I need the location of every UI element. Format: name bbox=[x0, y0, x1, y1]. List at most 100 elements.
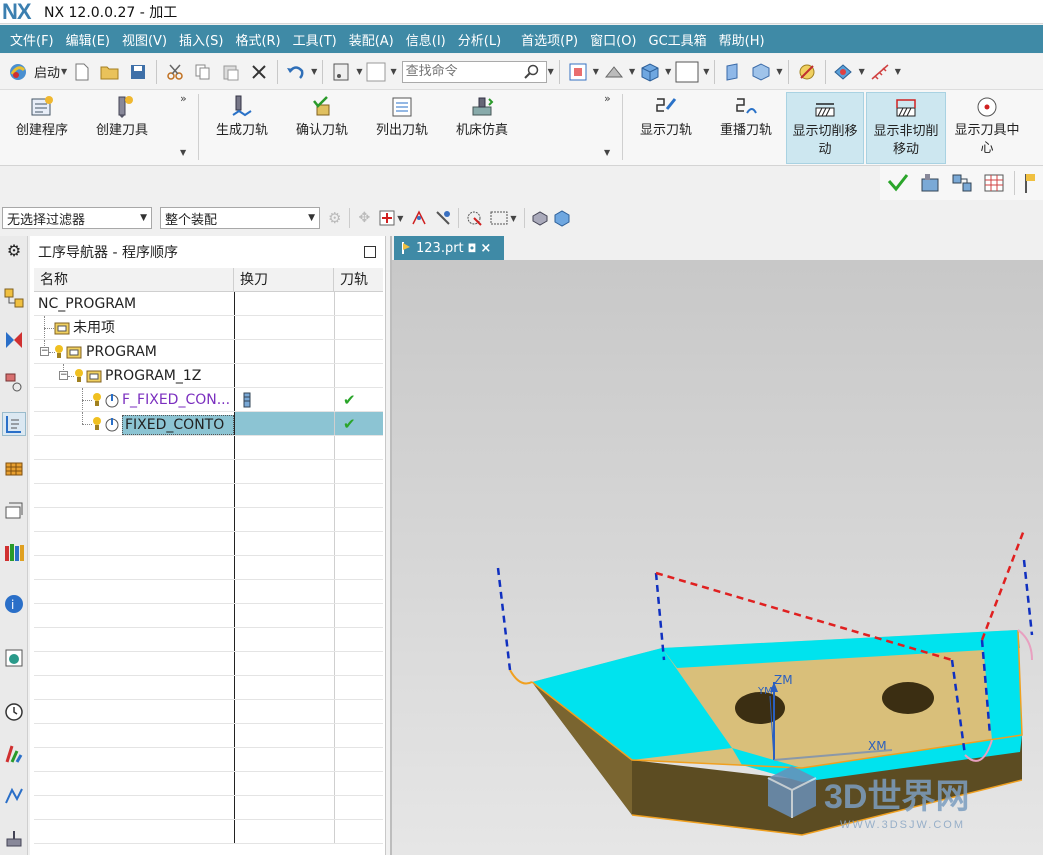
snap-point-type-icon[interactable] bbox=[378, 209, 396, 227]
select-mode-dropdown-icon[interactable]: ▼ bbox=[510, 214, 516, 223]
render-style-icon[interactable] bbox=[638, 60, 662, 84]
open-folder-icon[interactable] bbox=[98, 60, 122, 84]
lasso-select-icon[interactable] bbox=[465, 209, 483, 227]
close-tab-icon[interactable]: × bbox=[480, 241, 491, 256]
showhide-icon[interactable] bbox=[795, 60, 819, 84]
list-path-button[interactable]: 列出刀轨 bbox=[368, 92, 436, 164]
process-studio-icon[interactable] bbox=[2, 784, 26, 808]
menu-file[interactable]: 文件(F) bbox=[4, 30, 60, 49]
snap-type-dropdown-icon[interactable]: ▼ bbox=[397, 214, 403, 223]
layer-dropdown-icon[interactable]: ▼ bbox=[356, 67, 362, 76]
constraint-navigator-icon[interactable] bbox=[2, 328, 26, 352]
layer-settings-icon[interactable] bbox=[329, 60, 353, 84]
delete-icon[interactable] bbox=[247, 60, 271, 84]
menu-edit[interactable]: 编辑(E) bbox=[60, 30, 116, 49]
part-model-render[interactable]: ZM XM YM 3D世界网 WWW.3DSJW.COM bbox=[392, 260, 1043, 855]
output-cls-icon[interactable] bbox=[982, 171, 1006, 195]
collapse-node-icon[interactable]: − bbox=[59, 371, 68, 380]
feature-select-icon[interactable] bbox=[434, 209, 452, 227]
web-browser-icon[interactable] bbox=[2, 646, 26, 670]
document-tab[interactable]: 123.prt ◘ × bbox=[394, 236, 504, 260]
assembly-navigator-icon[interactable] bbox=[2, 286, 26, 310]
flag-icon[interactable] bbox=[1023, 171, 1037, 195]
paste-icon[interactable] bbox=[219, 60, 243, 84]
group-dropdown-icon[interactable]: ▼ bbox=[180, 148, 186, 157]
menu-view[interactable]: 视图(V) bbox=[116, 30, 173, 49]
maximize-panel-icon[interactable] bbox=[364, 246, 376, 258]
orient-view-icon[interactable] bbox=[602, 60, 626, 84]
background-dropdown-icon[interactable]: ▼ bbox=[703, 67, 709, 76]
post-process-icon[interactable] bbox=[918, 171, 942, 195]
rectangle-select-icon[interactable] bbox=[489, 209, 509, 227]
column-header-tool-change[interactable]: 换刀 bbox=[234, 268, 334, 291]
menu-analysis[interactable]: 分析(L) bbox=[452, 30, 507, 49]
cut-icon[interactable] bbox=[163, 60, 187, 84]
generate-path-button[interactable]: 生成刀轨 bbox=[208, 92, 276, 164]
start-icon[interactable] bbox=[6, 60, 30, 84]
fit-dropdown-icon[interactable]: ▼ bbox=[593, 67, 599, 76]
body-select-icon[interactable] bbox=[531, 209, 549, 227]
search-dropdown-icon[interactable]: ▼ bbox=[548, 67, 554, 76]
verify-path-button[interactable]: 确认刀轨 bbox=[288, 92, 356, 164]
group-expand-icon[interactable]: » bbox=[604, 92, 611, 105]
manufacturing-wizard-icon[interactable] bbox=[2, 826, 26, 850]
machine-tool-navigator-icon[interactable] bbox=[2, 456, 26, 480]
machining-feature-navigator-icon[interactable] bbox=[2, 498, 26, 522]
part-navigator-icon[interactable] bbox=[2, 370, 26, 394]
start-dropdown-icon[interactable]: ▼ bbox=[61, 67, 67, 76]
menu-format[interactable]: 格式(R) bbox=[229, 30, 286, 49]
filter-gear-icon[interactable]: ⚙ bbox=[328, 209, 341, 227]
orient-dropdown-icon[interactable]: ▼ bbox=[629, 67, 635, 76]
wcs-dropdown-icon[interactable]: ▼ bbox=[895, 67, 901, 76]
menu-tools[interactable]: 工具(T) bbox=[287, 30, 343, 49]
render-dropdown-icon[interactable]: ▼ bbox=[665, 67, 671, 76]
table-row[interactable]: 未用项 bbox=[34, 316, 383, 340]
curve-rule-icon[interactable] bbox=[410, 209, 428, 227]
group-dropdown-icon[interactable]: ▼ bbox=[604, 148, 610, 157]
wcs-icon[interactable] bbox=[868, 60, 892, 84]
system-materials-icon[interactable] bbox=[2, 742, 26, 766]
solid-select-icon[interactable] bbox=[553, 209, 571, 227]
reuse-library-icon[interactable] bbox=[2, 540, 26, 564]
save-icon[interactable] bbox=[126, 60, 150, 84]
snap-point-icon[interactable] bbox=[832, 60, 856, 84]
create-tool-button[interactable]: 创建刀具 bbox=[88, 92, 156, 164]
column-header-name[interactable]: 名称 bbox=[34, 268, 234, 291]
menu-information[interactable]: 信息(I) bbox=[400, 30, 452, 49]
column-header-path[interactable]: 刀轨 bbox=[334, 268, 383, 291]
fit-view-icon[interactable] bbox=[566, 60, 590, 84]
hd3d-tools-icon[interactable]: i bbox=[2, 592, 26, 616]
menu-gc-toolbox[interactable]: GC工具箱 bbox=[643, 30, 713, 49]
command-search-box[interactable] bbox=[401, 60, 547, 83]
history-clock-icon[interactable] bbox=[2, 700, 26, 724]
menu-help[interactable]: 帮助(H) bbox=[713, 30, 771, 49]
settings-gear-icon[interactable]: ⚙ bbox=[2, 238, 26, 262]
show-tool-center-button[interactable]: 显示刀具中 心 bbox=[948, 92, 1026, 164]
undo-dropdown-icon[interactable]: ▼ bbox=[311, 67, 317, 76]
table-row[interactable]: F_FIXED_CON... ✔ bbox=[34, 388, 383, 412]
collapse-node-icon[interactable]: − bbox=[40, 347, 49, 356]
menu-window[interactable]: 窗口(O) bbox=[584, 30, 642, 49]
machine-sim-button[interactable]: 机床仿真 bbox=[448, 92, 516, 164]
undo-icon[interactable] bbox=[284, 60, 308, 84]
verify-check-icon[interactable] bbox=[886, 171, 910, 195]
table-row[interactable]: − PROGRAM bbox=[34, 340, 383, 364]
menu-insert[interactable]: 插入(S) bbox=[173, 30, 229, 49]
shop-doc-icon[interactable] bbox=[950, 171, 974, 195]
copy-icon[interactable] bbox=[191, 60, 215, 84]
table-row[interactable]: NC_PROGRAM bbox=[34, 292, 383, 316]
create-program-button[interactable]: 创建程序 bbox=[8, 92, 76, 164]
table-row-selected[interactable]: FIXED_CONTO ✔ bbox=[34, 412, 383, 436]
group-expand-icon[interactable]: » bbox=[180, 92, 187, 105]
show-cut-move-button[interactable]: 显示切削移 动 bbox=[786, 92, 864, 164]
show-path-button[interactable]: 显示刀轨 bbox=[632, 92, 700, 164]
clip-section-icon[interactable] bbox=[721, 60, 745, 84]
new-file-icon[interactable] bbox=[70, 60, 94, 84]
section-view-icon[interactable] bbox=[749, 60, 773, 84]
table-row[interactable]: − PROGRAM_1Z bbox=[34, 364, 383, 388]
menu-preferences[interactable]: 首选项(P) bbox=[515, 30, 584, 49]
color-swatch-icon[interactable] bbox=[365, 60, 387, 84]
show-noncut-move-button[interactable]: 显示非切削 移动 bbox=[866, 92, 946, 164]
graphics-viewport[interactable]: ZM XM YM 3D世界网 WWW.3DSJW.COM bbox=[392, 260, 1043, 855]
color-dropdown-icon[interactable]: ▼ bbox=[390, 67, 396, 76]
